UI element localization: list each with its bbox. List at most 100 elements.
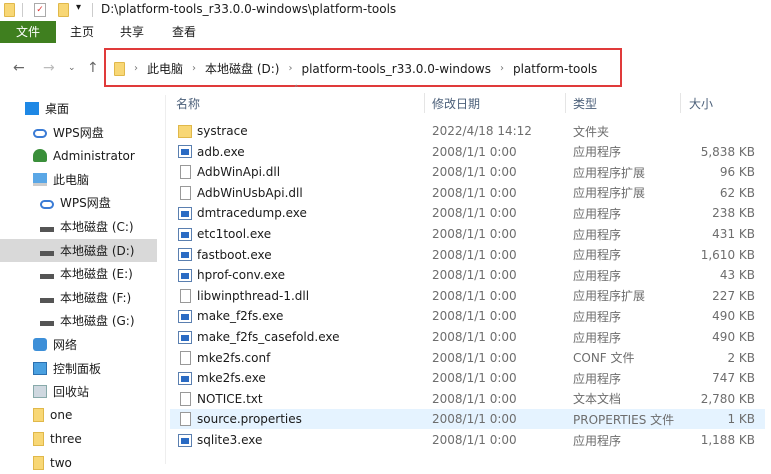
file-row[interactable]: etc1tool.exe 2008/1/1 0:00 应用程序 431 KB: [170, 224, 765, 244]
column-divider[interactable]: [565, 93, 566, 113]
nav-item[interactable]: one: [0, 404, 157, 427]
file-row[interactable]: mke2fs.exe 2008/1/1 0:00 应用程序 747 KB: [170, 368, 765, 388]
file-size: 1 KB: [727, 412, 755, 427]
file-size: 490 KB: [712, 309, 755, 324]
nav-item[interactable]: WPS网盘: [0, 191, 157, 214]
nav-item-label: 控制面板: [53, 361, 102, 376]
nav-item[interactable]: 本地磁盘 (E:): [0, 262, 157, 285]
sort-ascending-icon: ˄: [294, 85, 299, 95]
nav-item[interactable]: 此电脑: [0, 168, 157, 191]
column-divider[interactable]: [424, 93, 425, 113]
file-date: 2008/1/1 0:00: [432, 330, 517, 344]
nav-item[interactable]: 桌面: [0, 97, 157, 120]
pane-divider[interactable]: [165, 95, 166, 464]
nav-item-label: 本地磁盘 (C:): [60, 220, 134, 234]
forward-icon[interactable]: →: [43, 60, 55, 76]
file-date: 2008/1/1 0:00: [432, 144, 517, 159]
new-folder-icon[interactable]: [58, 3, 69, 17]
chevron-right-icon: ›: [192, 63, 197, 74]
tab-view[interactable]: 查看: [162, 21, 206, 43]
file-name: hprof-conv.exe: [197, 268, 285, 283]
file-row[interactable]: fastboot.exe 2008/1/1 0:00 应用程序 1,610 KB: [170, 245, 765, 265]
folder-icon: [114, 61, 125, 76]
exe-file-icon: [178, 433, 192, 447]
file-name: AdbWinApi.dll: [197, 165, 281, 180]
nav-item[interactable]: 本地磁盘 (F:): [0, 286, 157, 309]
column-header-date[interactable]: 修改日期: [432, 95, 480, 112]
column-divider[interactable]: [680, 93, 681, 113]
nav-item-label: 本地磁盘 (D:): [60, 243, 135, 258]
file-size: 747 KB: [712, 371, 755, 386]
file-row[interactable]: NOTICE.txt 2008/1/1 0:00 文本文档 2,780 KB: [170, 389, 765, 409]
nav-item[interactable]: 本地磁盘 (D:): [0, 238, 157, 262]
back-icon[interactable]: ←: [13, 60, 25, 76]
file-date: 2022/4/18 14:12: [432, 124, 532, 138]
folder-icon: [4, 3, 15, 17]
file-row[interactable]: adb.exe 2008/1/1 0:00 应用程序 5,838 KB: [170, 142, 765, 162]
nav-item[interactable]: two: [0, 451, 157, 474]
file-row[interactable]: dmtracedump.exe 2008/1/1 0:00 应用程序 238 KB: [170, 203, 765, 223]
file-row[interactable]: AdbWinApi.dll 2008/1/1 0:00 应用程序扩展 96 KB: [170, 162, 765, 182]
breadcrumb-drive-d[interactable]: 本地磁盘 (D:): [205, 60, 279, 77]
network-icon: [33, 338, 47, 351]
nav-item[interactable]: 回收站: [0, 380, 157, 403]
tab-share[interactable]: 共享: [110, 21, 154, 43]
column-header-size[interactable]: 大小: [689, 95, 713, 112]
file-row[interactable]: make_f2fs_casefold.exe 2008/1/1 0:00 应用程序 4…: [170, 327, 765, 347]
nav-item[interactable]: three: [0, 427, 157, 450]
file-type: 应用程序扩展: [573, 165, 646, 180]
file-row[interactable]: AdbWinUsbApi.dll 2008/1/1 0:00 应用程序扩展 62 KB: [170, 183, 765, 203]
nav-item-label: one: [50, 408, 73, 423]
quick-access-dropdown-icon[interactable]: ▾: [76, 2, 81, 13]
cloud-icon: [33, 129, 47, 139]
file-date: 2008/1/1 0:00: [432, 288, 517, 303]
file-row[interactable]: sqlite3.exe 2008/1/1 0:00 应用程序 1,188 KB: [170, 430, 765, 450]
file-name: mke2fs.conf: [197, 350, 271, 365]
nav-item[interactable]: 本地磁盘 (G:): [0, 309, 157, 332]
tab-file[interactable]: 文件: [0, 21, 56, 43]
file-row[interactable]: source.properties 2008/1/1 0:00 PROPERTIES…: [170, 409, 765, 430]
file-date: 2008/1/1 0:00: [432, 268, 517, 283]
nav-item[interactable]: 网络: [0, 333, 157, 356]
file-size: 2 KB: [727, 350, 755, 365]
column-headers: 名称 ˄ 修改日期 类型 大小: [170, 85, 771, 113]
file-row[interactable]: mke2fs.conf 2008/1/1 0:00 CONF 文件 2 KB: [170, 348, 765, 368]
file-date: 2008/1/1 0:00: [432, 165, 517, 180]
up-icon[interactable]: ↑: [87, 60, 99, 76]
file-size: 43 KB: [719, 268, 755, 283]
drive-icon: [40, 297, 54, 303]
file-name: NOTICE.txt: [197, 391, 263, 406]
chevron-right-icon: ›: [288, 63, 293, 74]
file-size: 2,780 KB: [700, 391, 755, 406]
chevron-right-icon: ›: [134, 63, 138, 74]
file-name: systrace: [197, 124, 248, 138]
breadcrumb-platform-tools-r33[interactable]: platform-tools_r33.0.0-windows: [301, 62, 491, 76]
exe-file-icon: [178, 145, 192, 159]
nav-item-label: two: [50, 455, 72, 470]
user-icon: [33, 149, 47, 163]
file-type: 应用程序: [573, 268, 622, 283]
column-header-type[interactable]: 类型: [573, 95, 597, 112]
tab-home[interactable]: 主页: [60, 21, 104, 43]
file-row[interactable]: systrace 2022/4/18 14:12 文件夹: [170, 121, 765, 141]
properties-icon[interactable]: ✓: [34, 3, 46, 17]
exe-file-icon: [178, 248, 192, 262]
file-row[interactable]: libwinpthread-1.dll 2008/1/1 0:00 应用程序扩展 22…: [170, 286, 765, 306]
recent-dropdown-icon[interactable]: ⌄: [68, 63, 76, 73]
nav-item[interactable]: Administrator: [0, 144, 157, 167]
breadcrumb-this-pc[interactable]: 此电脑: [147, 60, 183, 77]
file-row[interactable]: hprof-conv.exe 2008/1/1 0:00 应用程序 43 KB: [170, 265, 765, 285]
nav-item[interactable]: WPS网盘: [0, 121, 157, 144]
address-bar[interactable]: › 此电脑 › 本地磁盘 (D:) › platform-tools_r33.0…: [104, 48, 622, 87]
exe-file-icon: [178, 371, 192, 385]
exe-file-icon: [178, 268, 192, 282]
nav-item[interactable]: 控制面板: [0, 357, 157, 380]
file-type: 文件夹: [573, 124, 610, 139]
folder-icon: [33, 408, 44, 423]
dll-file-icon: [180, 165, 191, 180]
file-type: 应用程序: [573, 206, 622, 221]
file-row[interactable]: make_f2fs.exe 2008/1/1 0:00 应用程序 490 KB: [170, 306, 765, 326]
nav-item[interactable]: 本地磁盘 (C:): [0, 215, 157, 238]
breadcrumb-platform-tools[interactable]: platform-tools: [513, 62, 597, 76]
column-header-name[interactable]: 名称: [176, 95, 200, 112]
